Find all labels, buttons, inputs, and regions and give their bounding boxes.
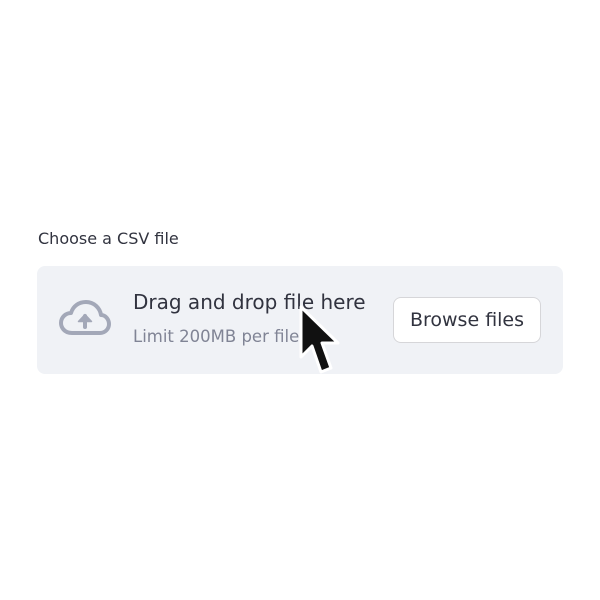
browse-files-button[interactable]: Browse files bbox=[393, 297, 541, 343]
file-size-limit: Limit 200MB per file bbox=[133, 327, 300, 346]
cloud-upload-icon bbox=[59, 300, 111, 335]
dropzone-instructions: Drag and drop file here bbox=[133, 290, 366, 314]
uploader-label: Choose a CSV file bbox=[38, 229, 179, 248]
